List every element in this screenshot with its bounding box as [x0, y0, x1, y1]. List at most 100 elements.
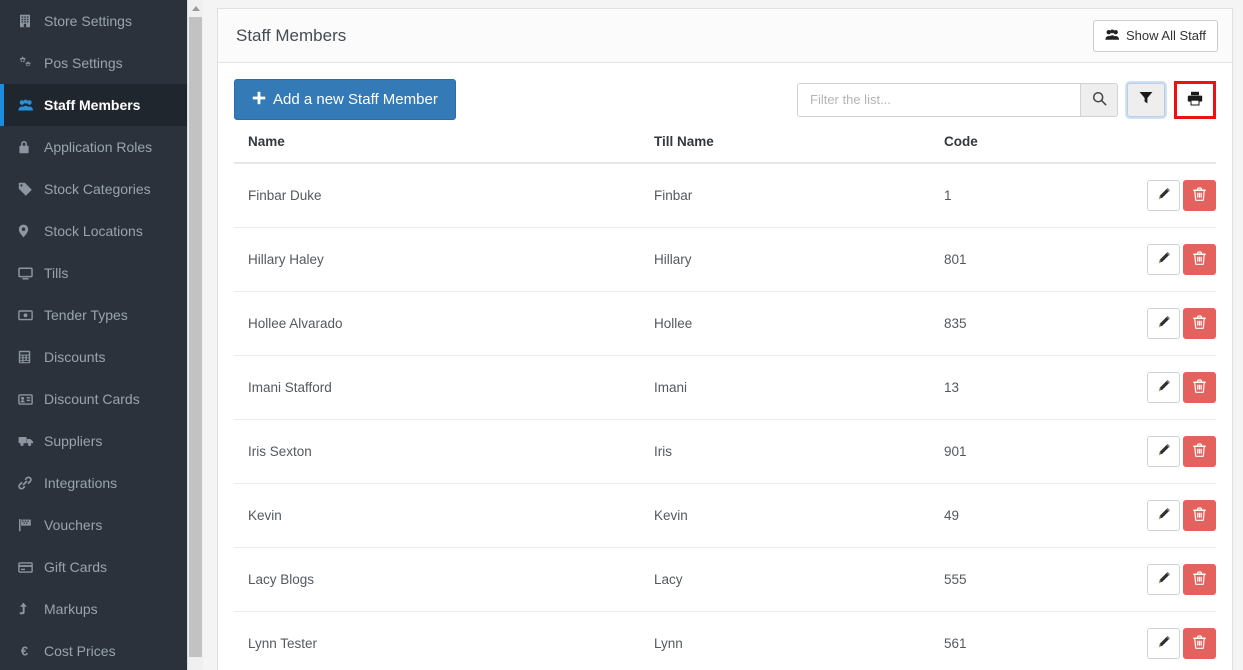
- calculator-icon: [18, 350, 44, 364]
- edit-staff-button[interactable]: [1147, 500, 1180, 531]
- sidebar-item-label: Cost Prices: [44, 643, 116, 659]
- euro-icon: €: [18, 644, 44, 658]
- table-row: Kevin Kevin 49: [234, 483, 1216, 548]
- panel-body: Add a new Staff Member Filter the list..…: [218, 63, 1232, 670]
- delete-staff-button[interactable]: [1183, 180, 1216, 211]
- sidebar-item-pos-settings[interactable]: Pos Settings: [0, 42, 203, 84]
- column-header-name[interactable]: Name: [234, 134, 640, 164]
- delete-staff-button[interactable]: [1183, 628, 1216, 659]
- filter-list-input[interactable]: [797, 82, 1080, 117]
- sidebar-item-application-roles[interactable]: Application Roles: [0, 126, 203, 168]
- scroll-up-arrow-icon[interactable]: [188, 2, 203, 15]
- sidebar-item-gift-cards[interactable]: Gift Cards: [0, 546, 203, 588]
- sidebar-item-stock-locations[interactable]: Stock Locations: [0, 210, 203, 252]
- pencil-icon: [1157, 379, 1171, 396]
- delete-staff-button[interactable]: [1183, 500, 1216, 531]
- sidebar-item-label: Staff Members: [44, 97, 141, 113]
- sidebar-item-vouchers[interactable]: Vouchers: [0, 504, 203, 546]
- delete-staff-button[interactable]: [1183, 244, 1216, 275]
- edit-staff-button[interactable]: [1147, 564, 1180, 595]
- sidebar-item-label: Tender Types: [44, 307, 128, 323]
- table-head: Name Till Name Code: [234, 134, 1216, 164]
- monitor-icon: [18, 266, 44, 280]
- row-action-group: [1147, 308, 1216, 339]
- cell-actions: [1100, 419, 1216, 484]
- table-toolbar: Add a new Staff Member: [234, 79, 1216, 120]
- delete-staff-button[interactable]: [1183, 564, 1216, 595]
- cell-actions: [1100, 291, 1216, 356]
- show-all-staff-button[interactable]: Show All Staff: [1093, 19, 1218, 52]
- cell-name: Imani Stafford: [234, 355, 640, 420]
- cell-actions: [1100, 355, 1216, 420]
- lock-icon: [18, 140, 44, 154]
- filter-toggle-button[interactable]: [1127, 82, 1165, 117]
- cell-till-name: Iris: [640, 419, 930, 484]
- page-title: Staff Members: [236, 25, 347, 45]
- delete-staff-button[interactable]: [1183, 372, 1216, 403]
- delete-staff-button[interactable]: [1183, 436, 1216, 467]
- sidebar-item-tills[interactable]: Tills: [0, 252, 203, 294]
- sidebar-item-suppliers[interactable]: Suppliers: [0, 420, 203, 462]
- sidebar-item-tender-types[interactable]: Tender Types: [0, 294, 203, 336]
- sidebar-item-store-settings[interactable]: Store Settings: [0, 0, 203, 42]
- pencil-icon: [1157, 571, 1171, 588]
- sidebar-scrollbar[interactable]: [187, 0, 203, 670]
- sidebar-item-cost-prices[interactable]: € Cost Prices: [0, 630, 203, 670]
- print-button-highlight: [1174, 80, 1216, 119]
- sidebar-item-label: Vouchers: [44, 517, 103, 533]
- table-row: Finbar Duke Finbar 1: [234, 163, 1216, 228]
- search-button[interactable]: [1080, 82, 1118, 117]
- edit-staff-button[interactable]: [1147, 436, 1180, 467]
- cell-till-name: Hollee: [640, 291, 930, 356]
- sidebar-item-discount-cards[interactable]: Discount Cards: [0, 378, 203, 420]
- sidebar-item-label: Application Roles: [44, 139, 153, 155]
- table-row: Lynn Tester Lynn 561: [234, 611, 1216, 670]
- search-icon: [1092, 91, 1107, 109]
- trash-icon: [1193, 187, 1206, 204]
- cell-code: 49: [930, 483, 1100, 548]
- cell-actions: [1100, 547, 1216, 612]
- users-group-icon: [1105, 28, 1120, 43]
- scrollbar-thumb[interactable]: [189, 17, 202, 657]
- add-staff-member-button[interactable]: Add a new Staff Member: [234, 79, 456, 120]
- cell-code: 901: [930, 419, 1100, 484]
- row-action-group: [1147, 564, 1216, 595]
- cell-till-name: Lacy: [640, 547, 930, 612]
- panel-header: Staff Members Show All Staff: [218, 9, 1232, 63]
- funnel-icon: [1139, 91, 1153, 108]
- cell-name: Kevin: [234, 483, 640, 548]
- row-action-group: [1147, 244, 1216, 275]
- cell-name: Hillary Haley: [234, 227, 640, 292]
- sidebar-item-integrations[interactable]: Integrations: [0, 462, 203, 504]
- sidebar-item-discounts[interactable]: Discounts: [0, 336, 203, 378]
- sidebar-item-label: Pos Settings: [44, 55, 123, 71]
- flag-icon: [18, 518, 44, 532]
- sidebar-item-stock-categories[interactable]: Stock Categories: [0, 168, 203, 210]
- users-group-icon: [18, 99, 44, 112]
- pencil-icon: [1157, 315, 1171, 332]
- cell-till-name: Finbar: [640, 163, 930, 228]
- cell-code: 555: [930, 547, 1100, 612]
- column-header-code[interactable]: Code: [930, 134, 1100, 164]
- sidebar-item-label: Discount Cards: [44, 391, 140, 407]
- sidebar-item-markups[interactable]: Markups: [0, 588, 203, 630]
- delete-staff-button[interactable]: [1183, 308, 1216, 339]
- cell-name: Finbar Duke: [234, 163, 640, 228]
- edit-staff-button[interactable]: [1147, 308, 1180, 339]
- edit-staff-button[interactable]: [1147, 180, 1180, 211]
- sidebar-item-staff-members[interactable]: Staff Members: [0, 84, 203, 126]
- trash-icon: [1193, 571, 1206, 588]
- money-icon: [18, 309, 44, 321]
- edit-staff-button[interactable]: [1147, 372, 1180, 403]
- svg-text:€: €: [21, 644, 28, 658]
- edit-staff-button[interactable]: [1147, 628, 1180, 659]
- edit-staff-button[interactable]: [1147, 244, 1180, 275]
- map-marker-icon: [18, 224, 44, 238]
- column-header-till-name[interactable]: Till Name: [640, 134, 930, 164]
- table-row: Hollee Alvarado Hollee 835: [234, 291, 1216, 356]
- print-button[interactable]: [1177, 83, 1213, 116]
- credit-card-icon: [18, 561, 44, 573]
- add-staff-member-label: Add a new Staff Member: [273, 91, 438, 108]
- toolbar-right-group: [797, 80, 1216, 119]
- staff-panel: Staff Members Show All Staff Add a new S…: [217, 8, 1233, 670]
